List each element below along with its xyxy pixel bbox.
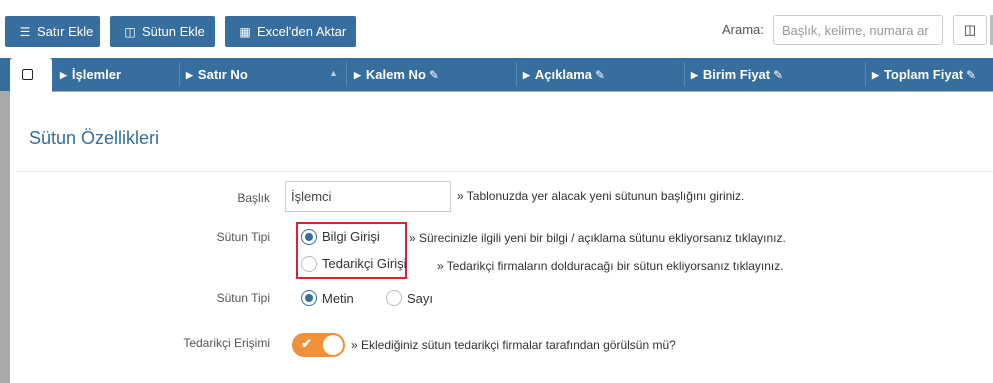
column-header-label: Toplam Fiyat xyxy=(883,67,964,82)
radio-metin[interactable] xyxy=(301,290,317,306)
supplier-access-toggle[interactable]: ✔ xyxy=(292,333,345,357)
column-header-birim-fiyat[interactable]: ▶ Birim Fiyat ✎ xyxy=(691,58,783,91)
column-header-kalem-no[interactable]: ▶ Kalem No ✎ xyxy=(354,58,439,91)
pencil-icon[interactable]: ✎ xyxy=(429,59,439,92)
column-title-input[interactable] xyxy=(285,181,451,212)
column-header-label: Açıklama xyxy=(534,67,593,82)
title-field-label: Başlık xyxy=(237,191,270,205)
radio-bilgi-girisi-label[interactable]: Bilgi Girişi xyxy=(322,229,380,244)
column-toggle-button[interactable]: ◫ xyxy=(953,15,987,45)
column-divider xyxy=(179,62,180,86)
radio-sayi-label[interactable]: Sayı xyxy=(407,291,433,306)
column-type-label: Sütun Tipi xyxy=(216,230,270,244)
search-input[interactable] xyxy=(773,15,943,45)
radio-sayi[interactable] xyxy=(386,290,402,306)
column-header-label: Satır No xyxy=(197,67,248,82)
column-divider xyxy=(516,62,517,86)
excel-icon: ▦ xyxy=(239,25,251,39)
import-excel-button[interactable]: ▦ Excel'den Aktar xyxy=(225,16,356,47)
add-row-label: Satır Ekle xyxy=(37,24,94,39)
bilgi-girisi-help: » Sürecinizle ilgili yeni bir bilgi / aç… xyxy=(409,231,786,245)
add-column-button[interactable]: ◫ Sütun Ekle xyxy=(110,16,215,47)
column-divider xyxy=(684,62,685,86)
caret-right-icon: ▶ xyxy=(872,70,879,80)
search-label: Arama: xyxy=(722,22,764,37)
add-column-label: Sütun Ekle xyxy=(142,24,205,39)
data-type-label: Sütun Tipi xyxy=(216,291,270,305)
select-all-checkbox[interactable] xyxy=(22,69,33,80)
pencil-icon[interactable]: ✎ xyxy=(966,59,976,92)
columns-icon: ◫ xyxy=(124,25,136,39)
radio-tedarikci-girisi[interactable] xyxy=(301,256,317,272)
caret-right-icon: ▶ xyxy=(523,70,530,80)
supplier-access-help: » Eklediğiniz sütun tedarikçi firmalar t… xyxy=(351,338,676,352)
toolbar: ☰ Satır Ekle ◫ Sütun Ekle ▦ Excel'den Aktar… xyxy=(0,0,993,58)
list-icon: ☰ xyxy=(19,25,31,39)
radio-metin-label[interactable]: Metin xyxy=(322,291,354,306)
toggle-knob xyxy=(323,335,343,355)
sort-icon[interactable]: ▲ xyxy=(329,58,338,91)
pencil-icon[interactable]: ✎ xyxy=(595,59,605,92)
radio-tedarikci-girisi-label[interactable]: Tedarikçi Girişi xyxy=(322,256,407,271)
caret-right-icon: ▶ xyxy=(354,70,361,80)
column-header-label: İşlemler xyxy=(71,67,122,82)
radio-bilgi-girisi[interactable] xyxy=(301,229,317,245)
column-header-label: Kalem No xyxy=(365,67,426,82)
add-row-button[interactable]: ☰ Satır Ekle xyxy=(5,16,100,47)
column-divider xyxy=(346,62,347,86)
column-header-aciklama[interactable]: ▶ Açıklama ✎ xyxy=(523,58,605,91)
column-header-islemler[interactable]: ▶ İşlemler xyxy=(60,58,121,91)
panel-divider xyxy=(15,171,993,172)
tedarikci-girisi-help: » Tedarikçi firmaların dolduracağı bir s… xyxy=(437,259,784,273)
column-header-toplam-fiyat[interactable]: ▶ Toplam Fiyat ✎ xyxy=(872,58,976,91)
caret-right-icon: ▶ xyxy=(691,70,698,80)
import-excel-label: Excel'den Aktar xyxy=(257,24,347,39)
table-header xyxy=(0,58,993,91)
caret-right-icon: ▶ xyxy=(60,70,67,80)
supplier-access-label: Tedarikçi Erişimi xyxy=(183,336,270,350)
caret-right-icon: ▶ xyxy=(186,70,193,80)
panel-title: Sütun Özellikleri xyxy=(29,128,160,148)
column-header-satir-no[interactable]: ▶ Satır No xyxy=(186,58,248,91)
columns-icon: ◫ xyxy=(963,22,977,37)
check-icon: ✔ xyxy=(301,336,312,351)
title-field-help: » Tablonuzda yer alacak yeni sütunun baş… xyxy=(457,189,745,203)
pencil-icon[interactable]: ✎ xyxy=(773,59,783,92)
column-divider xyxy=(865,62,866,86)
column-header-label: Birim Fiyat xyxy=(702,67,771,82)
